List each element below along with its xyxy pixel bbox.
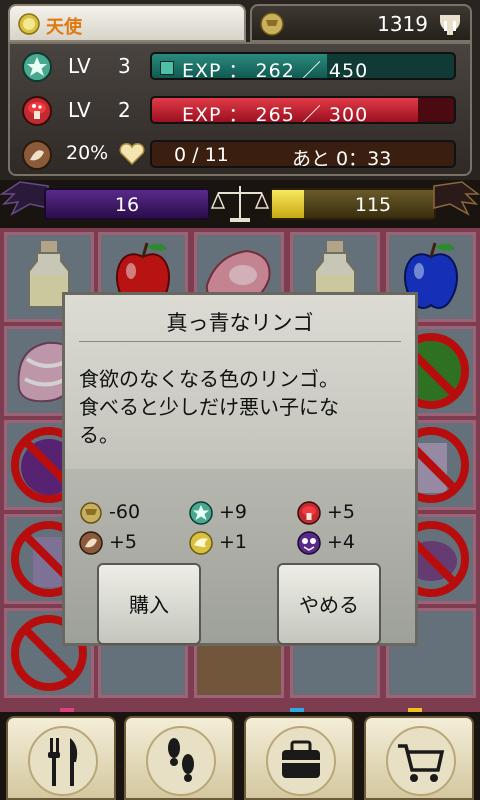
hunger-row: 20% 0 / 11 あと 0：33 [10, 134, 470, 176]
yellow-wing-icon [189, 531, 213, 555]
gold-coin-icon [80, 502, 102, 524]
effect-value: +4 [327, 531, 356, 553]
demon-wing-icon [0, 181, 49, 216]
red-exp-bar: EXP ： 265 ／ 300 [150, 96, 456, 124]
buy-button[interactable]: 購入 [97, 563, 201, 645]
trophy-icon [440, 15, 460, 35]
character-title: 天使 [46, 17, 82, 38]
angel-coin-icon [18, 13, 40, 35]
green-star-icon [22, 52, 52, 82]
effect-value: +1 [219, 531, 248, 553]
description-line: る。 [79, 423, 119, 447]
brown-food-icon [22, 140, 52, 170]
dark-points-value: 16 [114, 194, 140, 216]
red-level-row: LV 2 EXP ： 265 ／ 300 [10, 90, 470, 132]
red-mushroom-icon [22, 96, 52, 126]
purple-dark-icon [297, 531, 321, 555]
green-exp-bar: EXP ： 262 ／ 450 [150, 52, 456, 80]
dialog-separator [79, 341, 401, 342]
level-label: LV [68, 98, 91, 122]
effect-value: +9 [219, 501, 248, 523]
nav-tab-bag[interactable] [244, 716, 354, 800]
bag-icon [266, 726, 336, 796]
gold-coin-icon [260, 12, 284, 36]
dialog-title: 真っ青なリンゴ [166, 311, 314, 335]
hunger-bar: 0 / 11 あと 0：33 [150, 140, 456, 168]
money-value: 1319 [377, 12, 428, 36]
angel-wing-icon [433, 181, 480, 216]
description-line: 食欲のなくなる色のリンゴ。 [79, 367, 339, 391]
balance-scale-icon [210, 186, 270, 222]
light-points-value: 115 [354, 194, 392, 216]
effect-value: -60 [109, 501, 141, 523]
nav-tab-shop[interactable] [364, 716, 474, 800]
light-points-fill [272, 190, 304, 218]
hunger-remaining: あと 0：33 [292, 148, 392, 168]
dark-points-bar: 16 [44, 188, 210, 220]
red-level-value: 2 [118, 98, 131, 122]
dialog-description: 食欲のなくなる色のリンゴ。 食べると少しだけ悪い子にな る。 [79, 365, 405, 449]
heart-icon [119, 143, 145, 166]
shopping-cart-icon [386, 726, 456, 796]
money-tab: 1319 [250, 4, 472, 42]
status-header: 天使 1319 LV 3 EXP ： 262 ／ 450 LV 2 EXP ： … [0, 0, 480, 180]
green-level-row: LV 3 EXP ： 262 ／ 450 [10, 46, 470, 88]
hunger-count: 0 / 11 [174, 144, 229, 166]
stats-panel: LV 3 EXP ： 262 ／ 450 LV 2 EXP ： 265 ／ 30… [8, 42, 472, 176]
cancel-button[interactable]: やめる [277, 563, 381, 645]
level-label: LV [68, 54, 91, 78]
hunger-percent: 20% [66, 142, 109, 164]
brown-food-icon [79, 531, 103, 555]
footprints-icon [146, 726, 216, 796]
red-exp-text: EXP ： 265 ／ 300 [182, 104, 369, 124]
green-level-value: 3 [118, 54, 131, 78]
bottom-nav [0, 712, 480, 800]
item-purchase-dialog: 真っ青なリンゴ 食欲のなくなる色のリンゴ。 食べると少しだけ悪い子にな る。 -… [62, 292, 418, 646]
effect-value: +5 [327, 501, 356, 523]
light-points-bar: 115 [270, 188, 436, 220]
fork-knife-icon [28, 726, 98, 796]
effect-value: +5 [109, 531, 138, 553]
green-exp-marker [160, 61, 174, 75]
green-exp-text: EXP ： 262 ／ 450 [182, 60, 369, 80]
nav-tab-eat[interactable] [6, 716, 116, 800]
nav-tab-walk[interactable] [124, 716, 234, 800]
title-tab: 天使 [8, 4, 246, 42]
description-line: 食べると少しだけ悪い子にな [79, 395, 339, 419]
balance-bar: 16 115 [0, 180, 480, 226]
green-star-icon [189, 501, 213, 525]
red-mushroom-icon [297, 501, 321, 525]
